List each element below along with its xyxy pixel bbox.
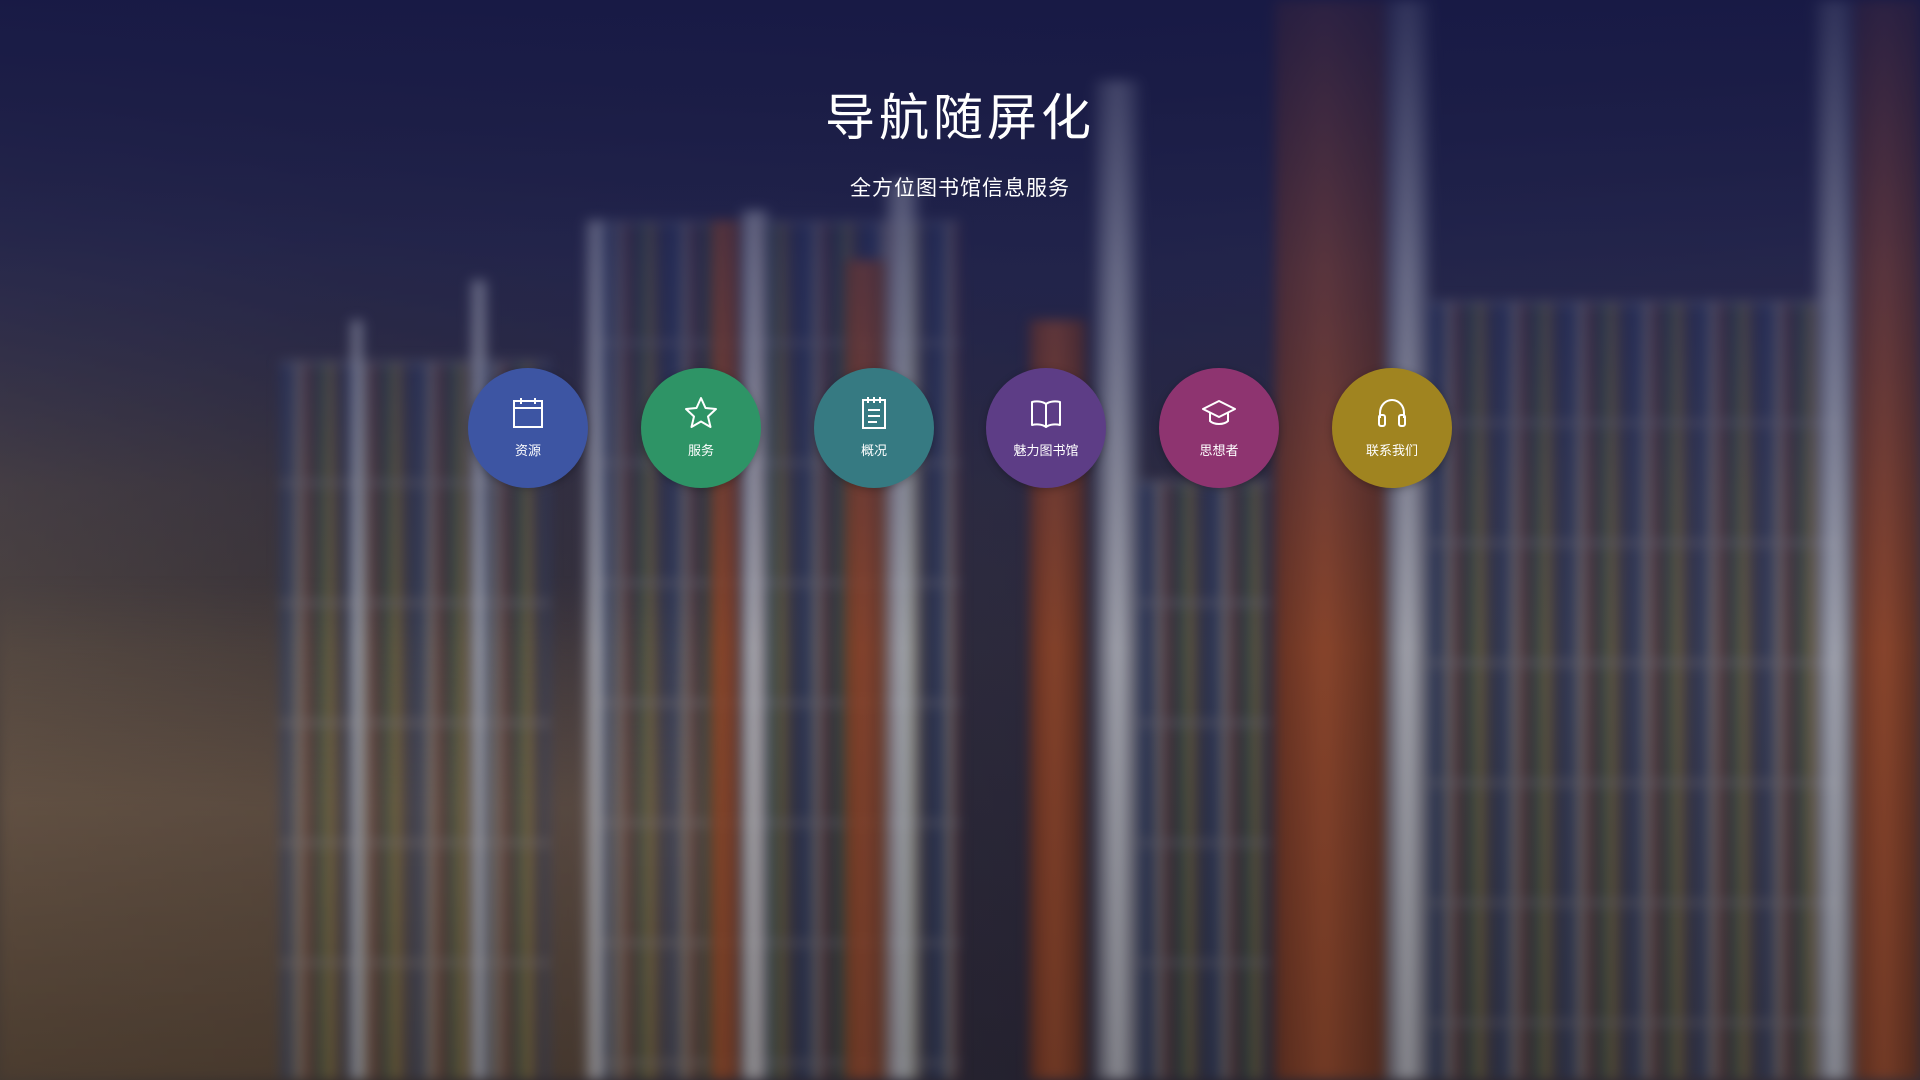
nav-item-thinker[interactable]: 思想者 — [1159, 368, 1279, 488]
nav-item-label: 联系我们 — [1365, 444, 1418, 459]
nav-item-label: 思想者 — [1199, 444, 1239, 459]
headphones-icon — [1378, 398, 1406, 427]
nav-item-charm-library[interactable]: 魅力图书馆 — [986, 368, 1106, 488]
nav-item-services[interactable]: 服务 — [641, 368, 761, 488]
calendar-icon — [513, 398, 543, 428]
nav-item-label: 服务 — [687, 444, 714, 459]
notepad-icon — [862, 397, 886, 429]
graduation-cap-icon — [1202, 400, 1236, 425]
book-icon — [1031, 400, 1061, 428]
nav-item-label: 概况 — [860, 444, 887, 459]
dark-overlay — [0, 0, 1920, 1080]
page: 导航随屏化 全方位图书馆信息服务 资源 服务 概况 魅力图书馆 思想者 联系我们 — [0, 0, 1920, 1080]
main-navigation: 资源 服务 概况 魅力图书馆 思想者 联系我们 — [468, 368, 1452, 488]
page-subtitle: 全方位图书馆信息服务 — [850, 176, 1070, 200]
nav-item-contact-us[interactable]: 联系我们 — [1332, 368, 1452, 488]
nav-item-resources[interactable]: 资源 — [468, 368, 588, 488]
star-icon — [685, 397, 717, 428]
nav-item-overview[interactable]: 概况 — [814, 368, 934, 488]
nav-item-label: 魅力图书馆 — [1013, 444, 1079, 459]
nav-item-label: 资源 — [514, 444, 541, 459]
page-title: 导航随屏化 — [825, 89, 1095, 147]
